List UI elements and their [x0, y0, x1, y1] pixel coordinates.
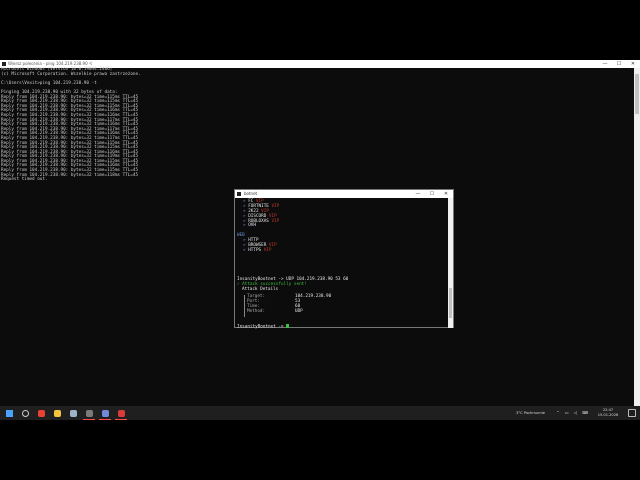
- windows-start-icon-glyph: [5, 409, 13, 417]
- method-name: OVH: [248, 223, 256, 229]
- bullet: »: [243, 247, 246, 253]
- bullet: »: [243, 223, 246, 229]
- attack-detail-row: Method: UDP: [247, 308, 331, 315]
- botnet-title: botnet: [244, 191, 258, 196]
- clock-time[interactable]: 22:47: [594, 408, 622, 412]
- botnet-scroll-thumb[interactable]: [449, 288, 452, 318]
- vip-badge: VIP: [271, 218, 280, 224]
- cmd-scrollbar[interactable]: [634, 68, 640, 406]
- terminal-icon[interactable]: [83, 408, 95, 418]
- minimize-button[interactable]: —: [598, 60, 612, 68]
- cmd-app-icon: [2, 62, 6, 66]
- system-tray: 3°C Pochmurnie ⌃ ▭ ◁ ⌨ 22:47 15.01.2026: [440, 406, 640, 420]
- notification-icon[interactable]: [628, 409, 636, 417]
- steam-icon-glyph: [69, 409, 77, 417]
- folder-icon[interactable]: [51, 408, 63, 418]
- discord-icon-glyph: [101, 409, 109, 417]
- taskbar: 3°C Pochmurnie ⌃ ▭ ◁ ⌨ 22:47 15.01.2026: [0, 406, 640, 420]
- botnet-app-icon: [237, 192, 241, 196]
- cmd-line: Request timed out.: [1, 177, 48, 183]
- active-app-indicator: [115, 419, 127, 420]
- botnet-titlebar[interactable]: botnet — ☐ ✕: [235, 190, 453, 198]
- attack-details-box: Target: 104.219.238.90 Port: 53 Time: 60 Metho…: [237, 293, 447, 319]
- botnet-scrollbar[interactable]: [448, 198, 453, 328]
- search-icon[interactable]: [19, 408, 31, 418]
- cmd-scroll-thumb[interactable]: [635, 74, 639, 114]
- detail-value: 104.219.238.90: [295, 293, 332, 299]
- active-app-indicator: [99, 419, 111, 420]
- windows-start-icon[interactable]: [3, 408, 15, 418]
- chrome-icon[interactable]: [35, 408, 47, 418]
- web-method-list: » HTTP » BROWSER VIP» HTTPS VIP: [237, 238, 447, 254]
- tray-icons[interactable]: ⌃ ▭ ◁ ⌨: [556, 410, 590, 415]
- botnet-output[interactable]: » FC VIP» FORTNITE VIP» 2K22 VIP» DISCOR…: [237, 199, 447, 330]
- input-line[interactable]: InsanityBootnet ->: [237, 323, 447, 330]
- desktop-screen: Wiersz polecenia - ping 104.219.238.90 -…: [0, 60, 640, 420]
- active-app-indicator: [83, 419, 95, 420]
- detail-value: UDP: [295, 308, 303, 314]
- search-icon-glyph: [21, 409, 29, 417]
- weather-widget[interactable]: 3°C Pochmurnie: [516, 411, 545, 415]
- app-red-icon-glyph: [117, 409, 125, 417]
- botnet-maximize-button[interactable]: ☐: [425, 190, 439, 198]
- close-button[interactable]: ✕: [626, 60, 640, 68]
- botnet-window: botnet — ☐ ✕ » FC VIP» FORTNITE VIP» 2K2…: [234, 189, 454, 330]
- detail-label: Method:: [247, 308, 266, 314]
- steam-icon[interactable]: [67, 408, 79, 418]
- games-method-list: » FC VIP» FORTNITE VIP» 2K22 VIP» DISCOR…: [237, 199, 447, 229]
- text-cursor: [286, 323, 289, 328]
- prompt-2: InsanityBootnet ->: [237, 324, 284, 330]
- folder-icon-glyph: [53, 409, 61, 417]
- terminal-icon-glyph: [85, 409, 93, 417]
- vip-badge: VIP: [263, 247, 272, 253]
- botnet-close-button[interactable]: ✕: [439, 190, 453, 198]
- maximize-button[interactable]: ☐: [612, 60, 626, 68]
- method-name: HTTPS: [248, 247, 262, 253]
- clock-date[interactable]: 15.01.2026: [594, 413, 622, 417]
- app-red-icon[interactable]: [115, 408, 127, 418]
- attack-details-list: Target: 104.219.238.90 Port: 53 Time: 60 Metho…: [247, 293, 332, 315]
- chrome-icon-glyph: [37, 409, 45, 417]
- botnet-minimize-button[interactable]: —: [411, 190, 425, 198]
- vip-badge: VIP: [271, 203, 280, 209]
- cmd-title: Wiersz polecenia - ping 104.219.238.90 -…: [8, 61, 92, 66]
- discord-icon[interactable]: [99, 408, 111, 418]
